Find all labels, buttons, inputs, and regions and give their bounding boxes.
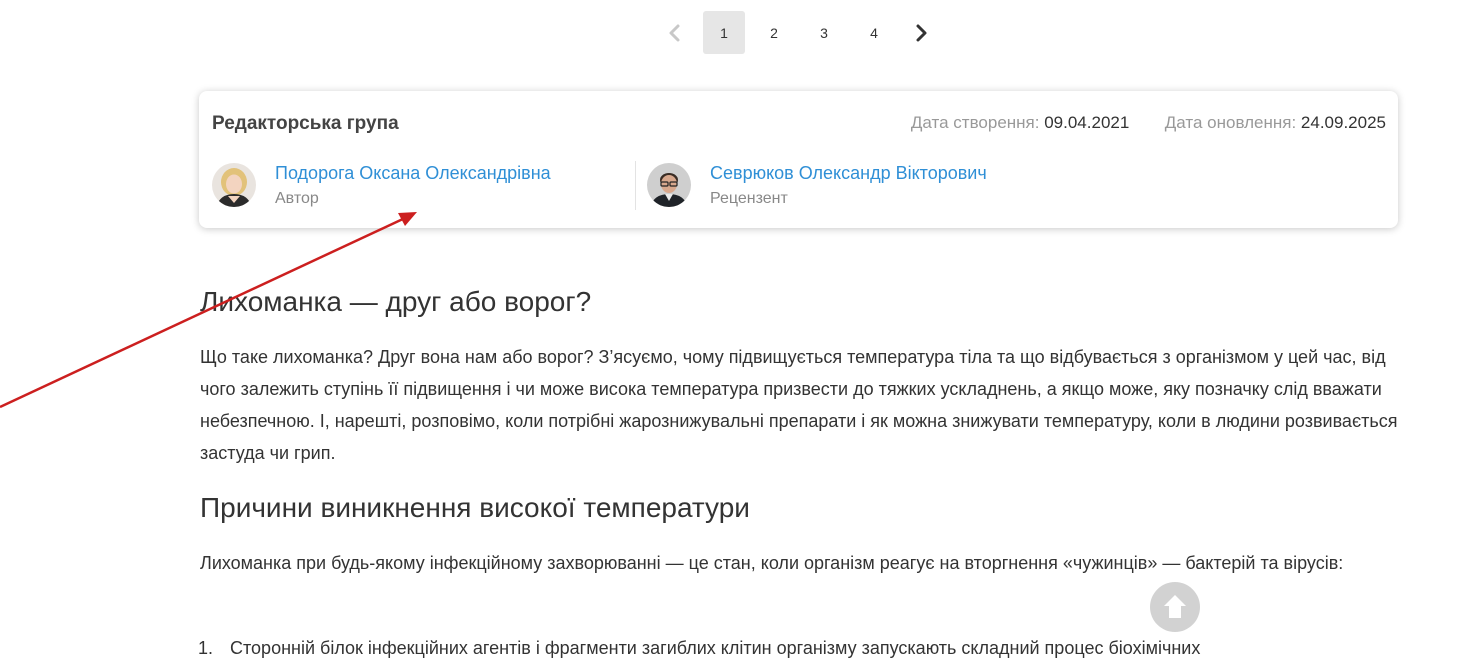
list-item: Сторонній білок інфекційних агентів і фр… xyxy=(218,632,1423,664)
reviewer-role: Рецензент xyxy=(710,190,788,207)
created-date-value: 09.04.2021 xyxy=(1044,113,1130,132)
author-entry: Подорога Оксана Олександрівна Автор xyxy=(212,163,551,208)
chevron-left-icon xyxy=(669,24,680,41)
editorial-group-title: Редакторська група xyxy=(212,113,399,134)
pagination: 1 2 3 4 xyxy=(657,11,939,54)
reviewer-name-link[interactable]: Севрюков Олександр Вікторович xyxy=(710,163,987,183)
pagination-next-button[interactable] xyxy=(905,11,939,54)
reviewer-avatar[interactable] xyxy=(647,163,691,207)
chevron-right-icon xyxy=(916,24,927,41)
author-name-link[interactable]: Подорога Оксана Олександрівна xyxy=(275,163,551,183)
article-intro-paragraph: Що таке лихоманка? Друг вона нам або вор… xyxy=(200,347,1398,463)
pagination-page-2[interactable]: 2 xyxy=(753,11,795,54)
article-heading-causes: Причини виникнення високої температури xyxy=(200,492,750,523)
pagination-page-1[interactable]: 1 xyxy=(703,11,745,54)
card-divider xyxy=(635,161,636,210)
pagination-page-3[interactable]: 3 xyxy=(803,11,845,54)
author-avatar[interactable] xyxy=(212,163,256,207)
card-dates: Дата створення: 09.04.2021 Дата оновленн… xyxy=(911,113,1386,133)
editorial-group-card: Редакторська група Дата створення: 09.04… xyxy=(199,91,1398,228)
updated-date-label: Дата оновлення: xyxy=(1164,113,1297,132)
article-heading-fever: Лихоманка — друг або ворог? xyxy=(200,286,592,317)
updated-date-value: 24.09.2025 xyxy=(1300,113,1386,132)
article-causes-paragraph: Лихоманка при будь-якому інфекційному за… xyxy=(200,553,1344,573)
created-date-label: Дата створення: xyxy=(910,113,1040,132)
arrow-up-icon xyxy=(1164,595,1186,618)
back-to-top-button[interactable] xyxy=(1150,582,1200,632)
causes-list: Сторонній білок інфекційних агентів і фр… xyxy=(200,632,1423,664)
pagination-page-4[interactable]: 4 xyxy=(853,11,895,54)
pagination-prev-button[interactable] xyxy=(657,11,691,54)
reviewer-entry: Севрюков Олександр Вікторович Рецензент xyxy=(647,163,987,208)
author-role: Автор xyxy=(275,190,319,207)
